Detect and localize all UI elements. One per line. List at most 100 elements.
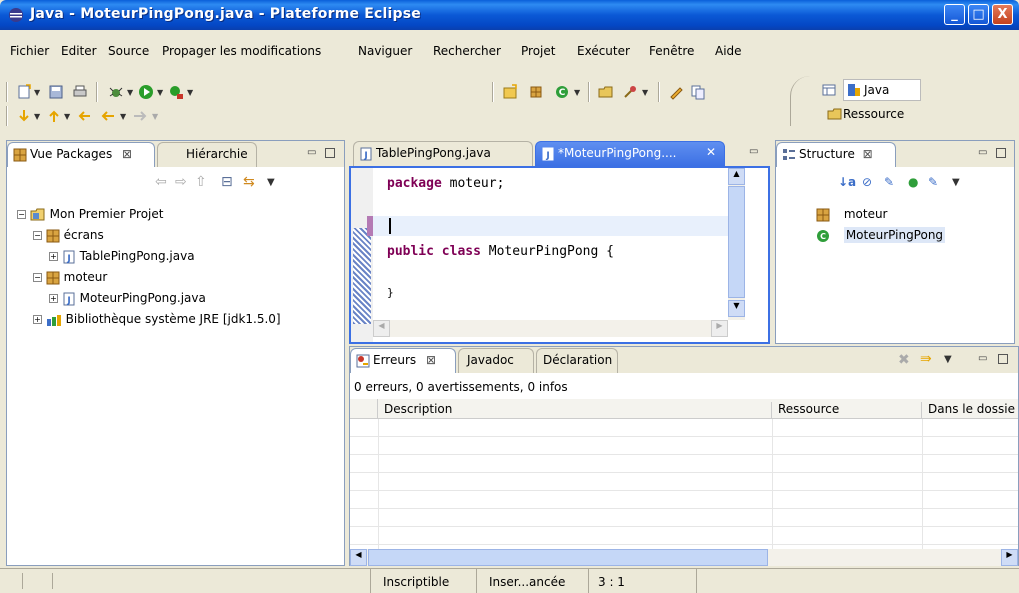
back-icon[interactable]: ⇦ bbox=[155, 174, 167, 190]
debug-dropdown-icon[interactable]: ▼ bbox=[127, 88, 133, 97]
pen-icon[interactable] bbox=[668, 84, 684, 100]
code-editor[interactable]: package moteur; public class MoteurPingP… bbox=[349, 166, 770, 344]
collapse-all-icon[interactable]: ⊟ bbox=[221, 174, 233, 190]
outline-item-class[interactable]: C MoteurPingPong bbox=[816, 227, 946, 243]
menu-projet[interactable]: Projet bbox=[521, 44, 555, 58]
open-type-icon[interactable] bbox=[598, 84, 614, 100]
forward-icon[interactable] bbox=[132, 108, 148, 124]
next-annotation-icon[interactable] bbox=[16, 108, 32, 124]
close-button[interactable]: X bbox=[992, 4, 1013, 25]
tree-item-moteur[interactable]: − moteur bbox=[33, 270, 107, 285]
view-menu-icon[interactable]: ▼ bbox=[952, 177, 960, 188]
tree-item-ecrans[interactable]: − écrans bbox=[33, 228, 104, 243]
new-class-icon[interactable]: C bbox=[554, 84, 570, 100]
scroll-thumb[interactable] bbox=[728, 186, 745, 298]
vertical-scrollbar[interactable]: ▲ ▼ bbox=[728, 168, 745, 320]
new-icon[interactable] bbox=[16, 84, 32, 100]
scroll-left-icon[interactable]: ◀ bbox=[373, 320, 390, 337]
collapse-icon[interactable]: − bbox=[33, 231, 42, 240]
open-perspective-icon[interactable] bbox=[821, 82, 837, 98]
forward-icon[interactable]: ⇨ bbox=[175, 174, 187, 190]
tree-item-project[interactable]: − Mon Premier Projet bbox=[17, 207, 163, 222]
close-tab-icon[interactable]: ✕ bbox=[706, 145, 716, 159]
minimize-view-icon[interactable]: ▭ bbox=[978, 147, 987, 158]
menu-source[interactable]: Source bbox=[108, 44, 149, 58]
menu-aide[interactable]: Aide bbox=[715, 44, 742, 58]
outline-item-package[interactable]: moteur bbox=[816, 207, 888, 222]
tree-item-moteurpingpong[interactable]: + J MoteurPingPong.java bbox=[49, 291, 206, 306]
print-icon[interactable] bbox=[72, 84, 88, 100]
column-header-description[interactable]: Description bbox=[378, 402, 772, 419]
maximize-button[interactable]: □ bbox=[968, 4, 989, 25]
new-package-icon[interactable] bbox=[528, 84, 544, 100]
search-icon[interactable] bbox=[622, 84, 638, 100]
maximize-view-icon[interactable] bbox=[325, 148, 335, 158]
run-icon[interactable] bbox=[138, 84, 154, 100]
maximize-view-icon[interactable] bbox=[998, 354, 1008, 364]
new-dropdown-icon[interactable]: ▼ bbox=[34, 88, 40, 97]
copy-icon[interactable] bbox=[690, 84, 706, 100]
scroll-up-icon[interactable]: ▲ bbox=[728, 168, 745, 185]
menu-executer[interactable]: Exécuter bbox=[577, 44, 630, 58]
expand-icon[interactable]: + bbox=[49, 252, 58, 261]
column-header-dossier[interactable]: Dans le dossie bbox=[922, 402, 1018, 419]
forward-dropdown-icon[interactable]: ▼ bbox=[152, 112, 158, 121]
scroll-right-icon[interactable]: ▶ bbox=[1001, 549, 1018, 566]
next-annotation-dropdown-icon[interactable]: ▼ bbox=[34, 112, 40, 121]
new-class-dropdown-icon[interactable]: ▼ bbox=[574, 88, 580, 97]
menu-naviguer[interactable]: Naviguer bbox=[358, 44, 412, 58]
tree-item-jre[interactable]: + Bibliothèque système JRE [jdk1.5.0] bbox=[33, 312, 281, 327]
previous-annotation-dropdown-icon[interactable]: ▼ bbox=[64, 112, 70, 121]
minimize-view-icon[interactable]: ▭ bbox=[307, 147, 316, 158]
scroll-right-icon[interactable]: ▶ bbox=[711, 320, 728, 337]
back-dropdown-icon[interactable]: ▼ bbox=[120, 112, 126, 121]
filter-icon[interactable]: ⇛ bbox=[920, 351, 932, 367]
last-edit-icon[interactable] bbox=[76, 108, 92, 124]
previous-annotation-icon[interactable] bbox=[46, 108, 62, 124]
menu-editer[interactable]: Editer bbox=[61, 44, 97, 58]
hide-nonpublic-icon[interactable]: ● bbox=[908, 175, 918, 189]
debug-icon[interactable] bbox=[108, 84, 124, 100]
expand-icon[interactable]: + bbox=[33, 315, 42, 324]
column-header-blank[interactable] bbox=[350, 399, 378, 419]
close-tab-icon[interactable]: ⊠ bbox=[863, 147, 873, 161]
back-icon[interactable] bbox=[100, 108, 116, 124]
menu-propager[interactable]: Propager les modifications bbox=[162, 44, 321, 58]
collapse-icon[interactable]: − bbox=[17, 210, 26, 219]
close-tab-icon[interactable]: ⊠ bbox=[426, 353, 436, 367]
scroll-left-icon[interactable]: ◀ bbox=[350, 549, 367, 566]
minimize-button[interactable]: _ bbox=[944, 4, 965, 25]
tab-structure[interactable]: Structure ⊠ bbox=[776, 142, 896, 167]
close-tab-icon[interactable]: ⊠ bbox=[122, 147, 132, 161]
tab-hierarchie[interactable]: Hiérarchie bbox=[157, 142, 257, 167]
tab-tablepingpong[interactable]: J TablePingPong.java bbox=[353, 141, 533, 166]
external-tools-icon[interactable] bbox=[168, 84, 184, 100]
menu-rechercher[interactable]: Rechercher bbox=[433, 44, 501, 58]
menu-fenetre[interactable]: Fenêtre bbox=[649, 44, 694, 58]
tree-item-tablepingpong[interactable]: + J TablePingPong.java bbox=[49, 249, 195, 264]
collapse-icon[interactable]: − bbox=[33, 273, 42, 282]
menu-fichier[interactable]: Fichier bbox=[10, 44, 49, 58]
maximize-view-icon[interactable] bbox=[996, 148, 1006, 158]
sort-icon[interactable]: ↓a bbox=[838, 175, 856, 189]
new-java-project-icon[interactable] bbox=[502, 84, 518, 100]
horizontal-scrollbar[interactable]: ◀ ▶ bbox=[373, 320, 728, 337]
view-menu-icon[interactable]: ▼ bbox=[267, 177, 275, 188]
scroll-down-icon[interactable]: ▼ bbox=[728, 300, 745, 317]
view-menu-icon[interactable]: ▼ bbox=[944, 354, 952, 365]
hide-fields-icon[interactable]: ⊘ bbox=[862, 175, 872, 189]
delete-icon[interactable]: ✖ bbox=[898, 352, 910, 368]
maximize-editor-icon[interactable]: ▭ bbox=[749, 146, 758, 157]
tab-javadoc[interactable]: Javadoc bbox=[458, 348, 534, 373]
external-tools-dropdown-icon[interactable]: ▼ bbox=[187, 88, 193, 97]
tab-erreurs[interactable]: Erreurs ⊠ bbox=[350, 348, 456, 373]
tab-declaration[interactable]: Déclaration bbox=[536, 348, 618, 373]
search-dropdown-icon[interactable]: ▼ bbox=[642, 88, 648, 97]
up-icon[interactable]: ⇧ bbox=[195, 174, 207, 190]
hide-static-icon[interactable]: ✎ bbox=[884, 175, 894, 189]
tab-vue-packages[interactable]: Vue Packages ⊠ bbox=[7, 142, 155, 167]
column-header-ressource[interactable]: Ressource bbox=[772, 402, 922, 419]
hide-local-types-icon[interactable]: ✎ bbox=[928, 175, 938, 189]
perspective-java[interactable]: Java bbox=[843, 79, 921, 101]
link-with-editor-icon[interactable]: ⇆ bbox=[243, 174, 255, 190]
